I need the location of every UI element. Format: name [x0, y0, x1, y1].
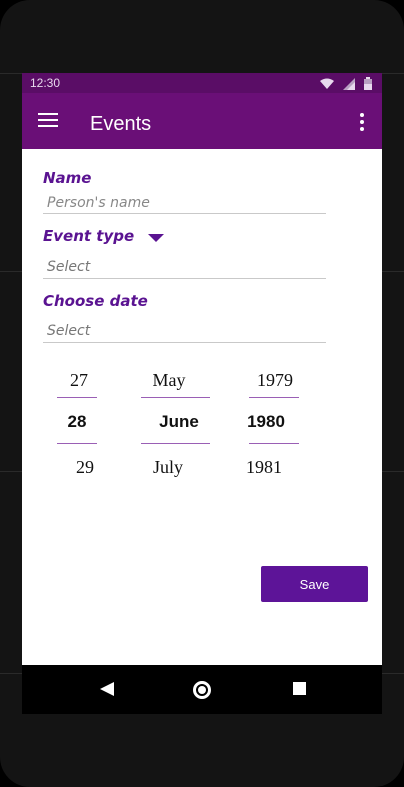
picker-selected-year[interactable]: 1980 [226, 412, 306, 432]
battery-icon [364, 77, 372, 90]
picker-item[interactable]: July [118, 457, 218, 478]
date-select[interactable]: Select [43, 321, 326, 343]
picker-item[interactable]: 1979 [235, 370, 315, 391]
picker-item[interactable]: 27 [42, 370, 116, 391]
year-picker[interactable]: 1979 1980 1981 [234, 367, 314, 487]
signal-icon [343, 77, 355, 90]
navigation-bar [22, 665, 382, 714]
picker-divider [141, 397, 210, 398]
event-type-select[interactable]: Select [43, 257, 326, 279]
overflow-menu-icon[interactable] [360, 113, 364, 131]
picker-divider [141, 443, 210, 444]
event-type-label: Event type [43, 227, 135, 245]
status-icons [320, 77, 372, 90]
picker-divider [57, 443, 97, 444]
home-icon[interactable] [193, 681, 211, 699]
date-label: Choose date [43, 292, 148, 310]
status-time: 12:30 [30, 76, 61, 90]
recents-icon[interactable] [293, 682, 306, 695]
page-title: Events [90, 113, 152, 135]
picker-selected-day[interactable]: 28 [40, 412, 114, 432]
wifi-icon [320, 78, 334, 89]
app-bar: Events [22, 93, 382, 149]
dropdown-arrow-icon[interactable] [148, 234, 164, 242]
back-icon[interactable] [100, 682, 114, 696]
picker-divider [57, 397, 97, 398]
app-screen: 12:30 Events Name Person's name Event ty… [22, 73, 382, 665]
picker-selected-month[interactable]: June [129, 412, 229, 432]
picker-item[interactable]: 29 [48, 457, 122, 478]
device-frame: 12:30 Events Name Person's name Event ty… [0, 0, 404, 787]
picker-divider [249, 397, 299, 398]
name-label: Name [43, 169, 92, 187]
name-input[interactable] [43, 192, 326, 214]
picker-item[interactable]: May [119, 370, 219, 391]
month-picker[interactable]: May June July [134, 367, 234, 487]
status-bar: 12:30 [22, 73, 382, 93]
day-picker[interactable]: 27 28 29 [42, 367, 116, 487]
menu-icon[interactable] [38, 113, 58, 127]
save-button[interactable]: Save [261, 566, 368, 602]
picker-item[interactable]: 1981 [224, 457, 304, 478]
picker-divider [249, 443, 299, 444]
